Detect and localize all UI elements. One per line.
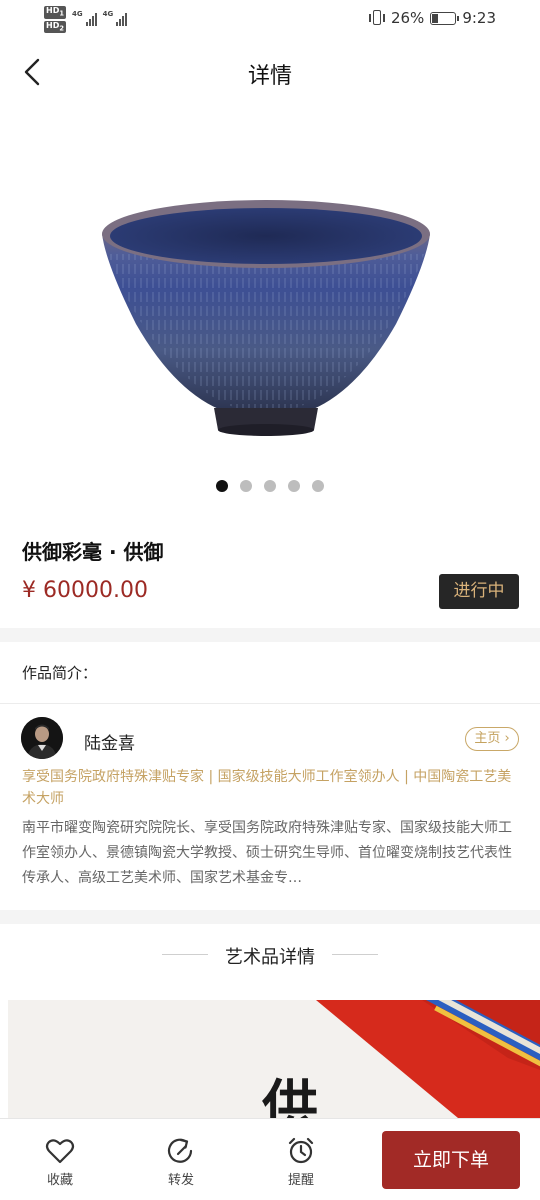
intro-label: 作品简介： — [22, 664, 98, 682]
vibrate-icon — [368, 9, 385, 27]
product-gallery[interactable] — [0, 104, 540, 510]
pagination-dot[interactable] — [288, 480, 300, 492]
heart-icon — [45, 1139, 75, 1164]
share-label: 转发 — [167, 1173, 194, 1188]
signal-icon-1: 4G — [72, 10, 97, 26]
divider — [0, 703, 540, 704]
order-now-button[interactable]: 立即下单 — [382, 1131, 520, 1189]
details-header: 艺术品详情 — [0, 940, 540, 970]
section-divider — [0, 628, 540, 642]
details-title: 艺术品详情 — [225, 947, 315, 968]
product-image — [102, 200, 430, 436]
artist-bio[interactable]: 南平市曜变陶瓷研究院院长、享受国务院政府特殊津贴专家、国家级技能大师工作室领办人… — [22, 816, 522, 890]
status-badge: 进行中 — [439, 574, 519, 609]
hd-badge-2: HD2 — [44, 20, 66, 34]
pagination-dot[interactable] — [216, 480, 228, 492]
product-title: 供御彩毫 · 供御 — [22, 540, 164, 564]
bottom-action-bar: 收藏 转发 提醒 立即下单 — [0, 1118, 540, 1200]
hd-badges: HD1 HD2 — [44, 6, 66, 34]
network-indicators: HD1 HD2 4G 4G — [44, 6, 128, 34]
nav-bar: 详情 — [0, 40, 540, 104]
clock: 9:23 — [462, 9, 496, 27]
pagination-dot[interactable] — [312, 480, 324, 492]
artist-name: 陆金喜 — [84, 734, 135, 754]
share-icon — [167, 1138, 193, 1163]
banner-character: 供 — [262, 1074, 318, 1118]
artist-titles: 享受国务院政府特殊津贴专家 | 国家级技能大师工作室领办人 | 中国陶瓷工艺美术… — [22, 769, 512, 807]
pagination-dot[interactable] — [240, 480, 252, 492]
avatar[interactable] — [21, 717, 63, 759]
header-line-right — [332, 954, 378, 955]
favorite-button[interactable]: 收藏 — [30, 1137, 90, 1188]
pagination-dot[interactable] — [264, 480, 276, 492]
signal-icon-2: 4G — [103, 10, 128, 26]
product-price: ¥ 60000.00 — [22, 578, 148, 603]
page-title: 详情 — [247, 64, 292, 89]
alarm-clock-icon — [288, 1137, 314, 1164]
hd-badge-1: HD1 — [44, 6, 66, 19]
artist-portrait — [21, 717, 63, 759]
system-indicators: 26% 9:23 — [368, 9, 496, 27]
gallery-pagination — [0, 480, 540, 492]
status-bar: HD1 HD2 4G 4G 26% 9:23 — [0, 0, 540, 40]
chevron-right-icon: › — [500, 731, 510, 746]
battery-percent: 26% — [390, 9, 425, 27]
artist-home-button[interactable]: 主页 › — [465, 727, 519, 751]
share-button[interactable]: 转发 — [151, 1137, 211, 1188]
detail-image: 供 — [8, 1000, 540, 1118]
battery-icon — [430, 11, 460, 25]
remind-label: 提醒 — [287, 1173, 314, 1188]
section-divider — [0, 910, 540, 924]
home-button-label: 主页 — [474, 731, 501, 746]
remind-button[interactable]: 提醒 — [271, 1137, 331, 1188]
favorite-label: 收藏 — [46, 1173, 73, 1188]
